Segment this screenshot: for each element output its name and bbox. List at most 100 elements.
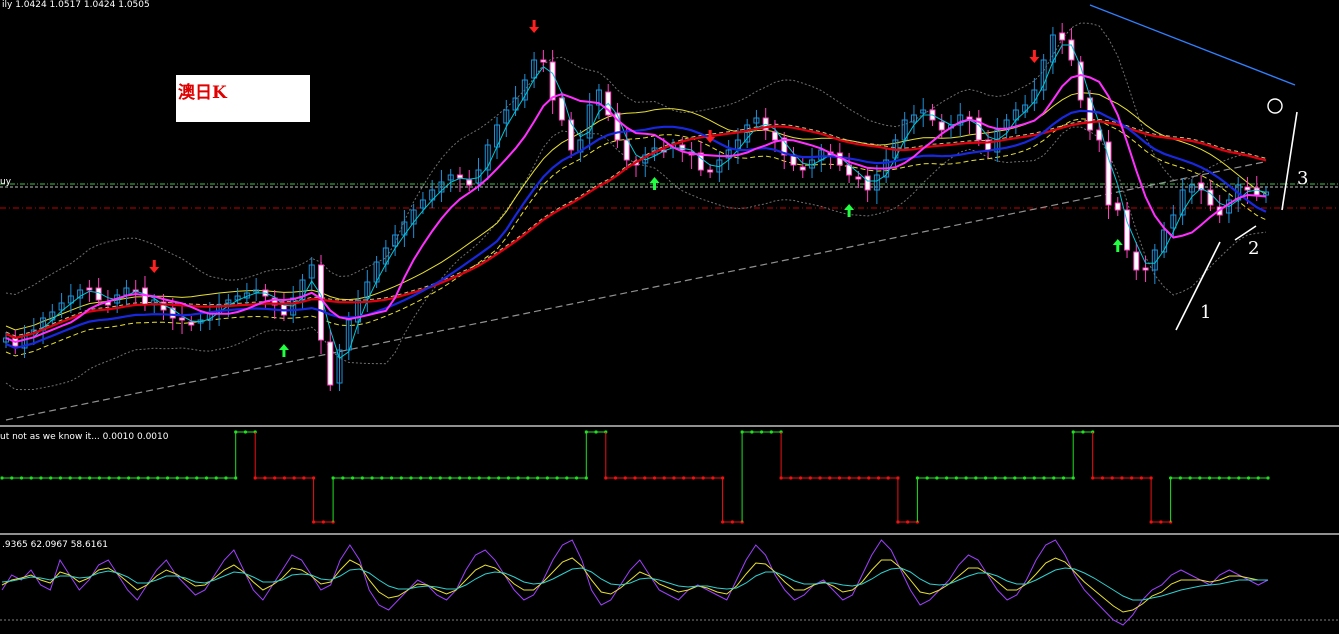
indicator1-dot <box>945 476 949 480</box>
candle-body <box>141 287 148 306</box>
signal-down-arrow <box>1029 50 1040 63</box>
indicator1-dot <box>321 520 325 524</box>
indicator2-line-1 <box>1 557 1268 613</box>
indicator1-dot <box>915 476 920 480</box>
indicator1-dot <box>954 476 958 480</box>
indicator1-dot <box>672 476 676 480</box>
indicator1-dot <box>39 476 43 480</box>
indicator1-dot <box>380 476 384 480</box>
indicator1-dot <box>1042 476 1046 480</box>
wave-label-1: 1 <box>1200 302 1212 323</box>
indicator1-dot <box>691 476 696 480</box>
indicator1-dot <box>302 476 306 480</box>
chart-title: 澳日K <box>178 83 227 103</box>
indicator1-dot <box>730 520 734 524</box>
indicator1-dot <box>857 476 861 480</box>
candle-body <box>86 287 93 291</box>
indicator1-dot <box>127 476 131 480</box>
indicator1-dot <box>769 430 773 434</box>
indicator1-line <box>585 431 606 478</box>
indicator1-dot <box>526 476 530 480</box>
candle-body <box>179 317 186 321</box>
indicator1-dot <box>1266 476 1270 480</box>
candle-body <box>1253 187 1260 196</box>
indicator1-dot <box>331 476 335 480</box>
candle-body <box>1059 32 1066 41</box>
indicator1-dot <box>574 476 579 480</box>
indicator1-dot <box>146 476 150 480</box>
indicator1-dot <box>68 476 72 480</box>
indicator1-dot <box>867 476 871 480</box>
indicator1-dot <box>652 476 657 480</box>
indicator1-dot <box>536 476 540 480</box>
indicator1-dot <box>1100 476 1105 480</box>
indicator1-dot <box>165 476 170 480</box>
indicator1-dot <box>779 476 783 480</box>
indicator1-dot <box>896 520 900 524</box>
indicator1-dot <box>798 476 803 480</box>
signal-down-arrow <box>529 20 540 33</box>
indicator1-dot <box>97 476 101 480</box>
candle-body <box>707 169 714 173</box>
indicator1-dot <box>584 430 588 434</box>
indicator1-dot <box>555 476 559 480</box>
indicator1-dot <box>88 476 92 480</box>
indicator1-dot <box>1110 476 1114 480</box>
indicator1-dot <box>156 476 160 480</box>
indicator1-dot <box>1217 476 1221 480</box>
indicator1-line <box>313 478 334 523</box>
wave-3-line <box>1281 111 1298 211</box>
indicator1-dot <box>399 476 403 480</box>
indicator1-line <box>722 478 743 523</box>
indicator1-dot <box>662 476 666 480</box>
candle-body <box>1142 267 1149 271</box>
indicator1-dot <box>935 476 939 480</box>
long-ma-line <box>5 161 1267 421</box>
indicator1-dot <box>136 476 140 480</box>
candle-body <box>1244 186 1251 191</box>
indicator1-dot <box>224 476 228 480</box>
indicator1-dot <box>993 476 997 480</box>
indicator1-dot <box>234 430 238 434</box>
indicator1-dot <box>633 476 637 480</box>
signal-up-arrow <box>278 344 289 357</box>
indicator1-dot <box>847 476 851 480</box>
indicator1-dot <box>419 476 423 480</box>
indicator1-dot <box>925 476 929 480</box>
indicator1-line <box>897 478 918 523</box>
indicator1-dot <box>78 476 82 480</box>
candle-body <box>188 321 195 326</box>
indicator1-line <box>741 431 782 522</box>
indicator1-dot <box>1081 430 1085 434</box>
indicator1-line <box>1170 477 1268 522</box>
indicator1-dot <box>964 476 968 480</box>
indicator2-header: .9365 62.0967 58.6161 <box>2 540 108 550</box>
indicator1-dot <box>341 476 345 480</box>
indicator1-line <box>254 432 314 479</box>
indicator1-dot <box>282 476 287 480</box>
indicator1-dot <box>117 476 121 480</box>
candle-body <box>799 166 806 171</box>
indicator1-dot <box>701 476 705 480</box>
indicator1-dot <box>983 476 988 480</box>
indicator1-dot <box>1188 476 1192 480</box>
indicator1-header: ut not as we know it... 0.0010 0.0010 <box>0 432 169 442</box>
target-circle <box>1267 98 1283 114</box>
indicator1-dot <box>477 476 481 480</box>
indicator1-dot <box>0 476 4 480</box>
indicator1-dot <box>828 476 832 480</box>
indicator1-dot <box>204 476 209 480</box>
indicator1-dot <box>195 476 199 480</box>
indicator1-dot <box>360 476 364 480</box>
indicator1-dot <box>1169 476 1173 480</box>
candle-body <box>466 179 473 186</box>
indicator1-line <box>1072 431 1093 478</box>
indicator1-dot <box>506 476 510 480</box>
signal-down-arrow <box>149 260 160 273</box>
indicator1-dot <box>760 430 764 434</box>
indicator1-dot <box>594 430 598 434</box>
ma-blue-line <box>5 109 1267 350</box>
indicator1-dot <box>545 476 549 480</box>
indicator1-line <box>605 432 723 479</box>
indicator1-dot <box>876 476 881 480</box>
